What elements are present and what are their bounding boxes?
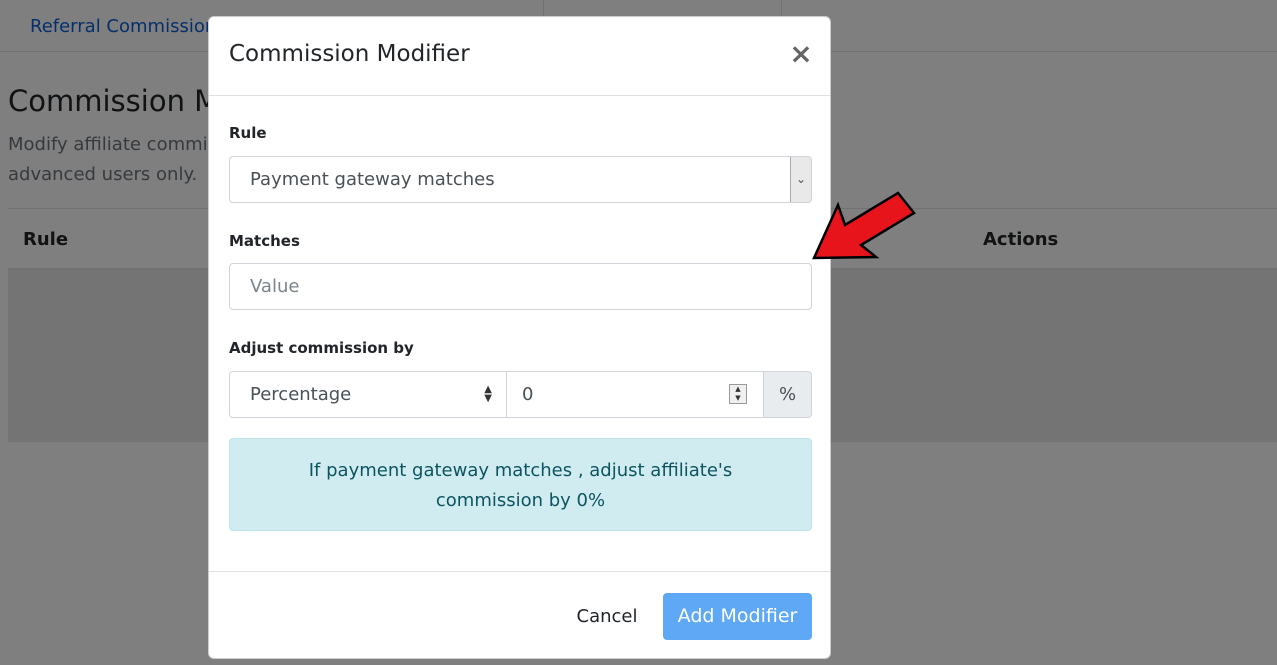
sort-updown-icon: ▲ ▼	[484, 384, 492, 404]
adjust-amount-value: 0	[522, 384, 534, 405]
adjust-type-value: Percentage	[250, 384, 352, 405]
rule-select-value: Payment gateway matches	[250, 169, 495, 190]
matches-placeholder: Value	[250, 276, 300, 297]
add-modifier-button[interactable]: Add Modifier	[663, 593, 812, 640]
modal-title: Commission Modifier	[229, 41, 470, 67]
adjust-amount-input[interactable]: 0 ▲ ▼	[506, 371, 764, 418]
percent-addon: %	[763, 371, 812, 418]
rule-select[interactable]: Payment gateway matches ⌄	[229, 156, 812, 203]
modal-header: Commission Modifier ×	[209, 17, 830, 96]
annotation-arrow-icon	[812, 191, 916, 260]
close-icon[interactable]: ×	[789, 39, 813, 69]
page: Referral Commission Commission Mo Modify…	[0, 0, 1277, 665]
rule-label: Rule	[229, 124, 267, 142]
matches-input[interactable]: Value	[229, 263, 812, 310]
cancel-button[interactable]: Cancel	[569, 593, 645, 640]
adjust-commission-group: Percentage ▲ ▼ 0 ▲ ▼ %	[229, 371, 812, 418]
modal-footer: Cancel Add Modifier	[209, 571, 830, 660]
adjust-commission-label: Adjust commission by	[229, 339, 414, 357]
number-spinner-icon[interactable]: ▲ ▼	[729, 384, 747, 404]
matches-label: Matches	[229, 232, 300, 250]
adjust-type-select[interactable]: Percentage ▲ ▼	[229, 371, 507, 418]
commission-modifier-dialog: Commission Modifier × Rule Payment gatew…	[208, 16, 831, 659]
summary-alert: If payment gateway matches , adjust affi…	[229, 438, 812, 531]
